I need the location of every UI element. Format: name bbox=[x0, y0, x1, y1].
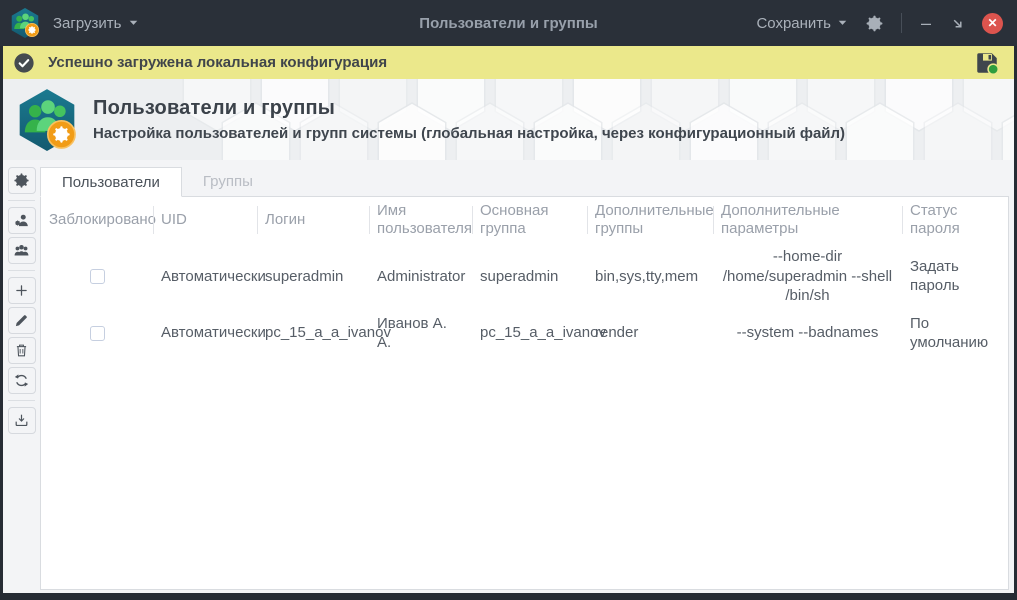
page-header: Пользователи и группы Настройка пользова… bbox=[3, 79, 1014, 160]
import-button[interactable] bbox=[8, 407, 36, 434]
user-gear-icon bbox=[13, 212, 30, 229]
cell-password-status[interactable]: Задать пароль bbox=[902, 243, 1008, 310]
download-icon bbox=[13, 412, 30, 429]
table-header: Заблокировано UID Логин Имя пользователя… bbox=[41, 197, 1008, 243]
settings-gear-icon[interactable] bbox=[865, 14, 884, 33]
main-area: Пользователи Группы Заблокировано UID Ло… bbox=[3, 160, 1014, 593]
chevron-down-icon bbox=[837, 18, 848, 29]
toolbar-divider bbox=[8, 270, 35, 271]
page-title: Пользователи и группы bbox=[93, 97, 845, 120]
refresh-icon bbox=[13, 372, 30, 389]
window-bottom-border bbox=[0, 593, 1017, 600]
cell-uid: Автоматически bbox=[153, 243, 257, 310]
user-properties-button[interactable] bbox=[8, 207, 36, 234]
trash-icon bbox=[13, 342, 30, 359]
cell-username: Иванов А. А. bbox=[369, 310, 472, 357]
save-menu-button[interactable]: Сохранить bbox=[756, 15, 848, 32]
add-button[interactable] bbox=[8, 277, 36, 304]
tab-users[interactable]: Пользователи bbox=[40, 167, 182, 197]
load-menu-button[interactable]: Загрузить bbox=[53, 15, 139, 32]
gear-icon bbox=[13, 172, 30, 189]
cell-extra-groups: render bbox=[587, 310, 713, 357]
column-header-locked[interactable]: Заблокировано bbox=[41, 197, 153, 243]
titlebar: Загрузить Пользователи и группы Сохранит… bbox=[0, 0, 1017, 46]
titlebar-separator bbox=[901, 13, 902, 33]
cell-uid: Автоматически bbox=[153, 310, 257, 357]
close-button[interactable]: ✕ bbox=[982, 13, 1003, 34]
table-row[interactable]: Автоматически pc_15_a_a_ivanov Иванов А.… bbox=[41, 310, 1008, 357]
restore-window-icon[interactable] bbox=[950, 16, 965, 31]
column-header-username[interactable]: Имя пользователя bbox=[369, 197, 472, 243]
cell-password-status[interactable]: По умолчанию bbox=[902, 310, 1008, 357]
table-row[interactable]: Автоматически superadmin Administrator s… bbox=[41, 243, 1008, 310]
cell-username: Administrator bbox=[369, 243, 472, 310]
locked-checkbox[interactable] bbox=[90, 326, 105, 341]
refresh-button[interactable] bbox=[8, 367, 36, 394]
toolbar-column bbox=[3, 160, 40, 593]
toolbar-divider bbox=[8, 200, 35, 201]
chevron-down-icon bbox=[128, 18, 139, 29]
column-header-primary-group[interactable]: Основная группа bbox=[472, 197, 587, 243]
edit-button[interactable] bbox=[8, 307, 36, 334]
app-logo-icon bbox=[9, 7, 41, 39]
tab-groups[interactable]: Группы bbox=[182, 166, 274, 196]
cell-login: superadmin bbox=[257, 243, 369, 310]
save-status-floppy-icon[interactable] bbox=[974, 50, 1000, 76]
users-panel: Заблокировано UID Логин Имя пользователя… bbox=[40, 196, 1009, 590]
notification-message: Успешно загружена локальная конфигурация bbox=[48, 54, 974, 71]
cell-primary-group: pc_15_a_a_ivanov bbox=[472, 310, 587, 357]
tab-bar: Пользователи Группы bbox=[40, 160, 1009, 196]
page-subtitle: Настройка пользователей и групп системы … bbox=[93, 125, 845, 142]
column-header-uid[interactable]: UID bbox=[153, 197, 257, 243]
pencil-icon bbox=[13, 312, 30, 329]
people-group-icon bbox=[13, 242, 30, 259]
column-header-login[interactable]: Логин bbox=[257, 197, 369, 243]
module-settings-button[interactable] bbox=[8, 167, 36, 194]
load-menu-label: Загрузить bbox=[53, 15, 122, 32]
cell-extra-params: --home-dir /home/superadmin --shell /bin… bbox=[713, 243, 902, 310]
column-header-password-status[interactable]: Статус пароля bbox=[902, 197, 1008, 243]
save-menu-label: Сохранить bbox=[756, 15, 831, 32]
success-check-icon bbox=[13, 52, 35, 74]
column-header-extra-groups[interactable]: Дополнительные группы bbox=[587, 197, 713, 243]
cell-primary-group: superadmin bbox=[472, 243, 587, 310]
module-logo-icon bbox=[14, 87, 80, 153]
toolbar-divider bbox=[8, 400, 35, 401]
cell-extra-params: --system --badnames bbox=[713, 310, 902, 357]
column-header-extra-params[interactable]: Дополнительные параметры bbox=[713, 197, 902, 243]
locked-checkbox[interactable] bbox=[90, 269, 105, 284]
delete-button[interactable] bbox=[8, 337, 36, 364]
plus-icon bbox=[13, 282, 30, 299]
cell-extra-groups: bin,sys,tty,mem bbox=[587, 243, 713, 310]
notification-bar: Успешно загружена локальная конфигурация bbox=[3, 46, 1014, 79]
user-groups-button[interactable] bbox=[8, 237, 36, 264]
cell-login: pc_15_a_a_ivanov bbox=[257, 310, 369, 357]
minimize-button[interactable]: – bbox=[919, 18, 933, 28]
